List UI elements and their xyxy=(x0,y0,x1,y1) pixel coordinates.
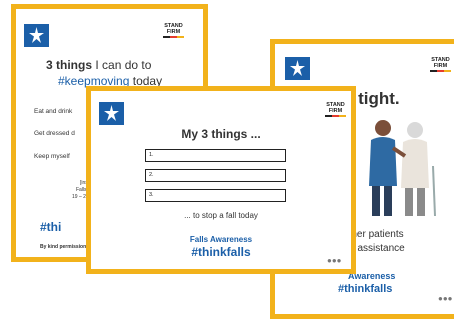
medline-logo xyxy=(24,24,49,47)
right-hashtag: #thinkfalls xyxy=(338,283,393,295)
medline-logo-right xyxy=(285,57,310,80)
left-footer: By kind permission xyxy=(40,244,87,250)
center-poster-card: STAND FIRM My 3 things ... 1. 2. 3. ... … xyxy=(86,86,356,274)
thing-input-1[interactable]: 1. xyxy=(145,149,286,162)
people-group-icon-right: ●●● xyxy=(438,294,453,303)
left-item-1: Eat and drink xyxy=(34,108,73,115)
left-item-3: Keep myself xyxy=(34,153,70,160)
people-group-icon: ●●● xyxy=(327,256,342,265)
stand-firm-logo-center: STAND FIRM xyxy=(325,102,346,117)
thing-input-3[interactable]: 3. xyxy=(145,189,286,202)
left-title: 3 things I can do to xyxy=(46,58,152,72)
center-title: My 3 things ... xyxy=(181,127,261,141)
stand-firm-bottom-text-right: FIRM xyxy=(433,63,448,69)
stand-firm-logo: STAND FIRM xyxy=(163,23,184,38)
stand-firm-logo-right: STAND FIRM xyxy=(430,57,451,72)
center-hashtag: #thinkfalls xyxy=(191,245,251,259)
center-subtitle: ... to stop a fall today xyxy=(184,211,258,220)
thing-input-2[interactable]: 2. xyxy=(145,169,286,182)
patient-photo xyxy=(353,116,443,221)
left-item-2: Get dressed d xyxy=(34,130,75,137)
stand-firm-bottom-text: FIRM xyxy=(166,29,181,35)
center-awareness: Falls Awareness xyxy=(189,235,253,244)
left-hashtag: #thi xyxy=(40,220,62,234)
stand-firm-bottom-text-center: FIRM xyxy=(328,108,343,114)
medline-logo-center xyxy=(99,102,124,125)
